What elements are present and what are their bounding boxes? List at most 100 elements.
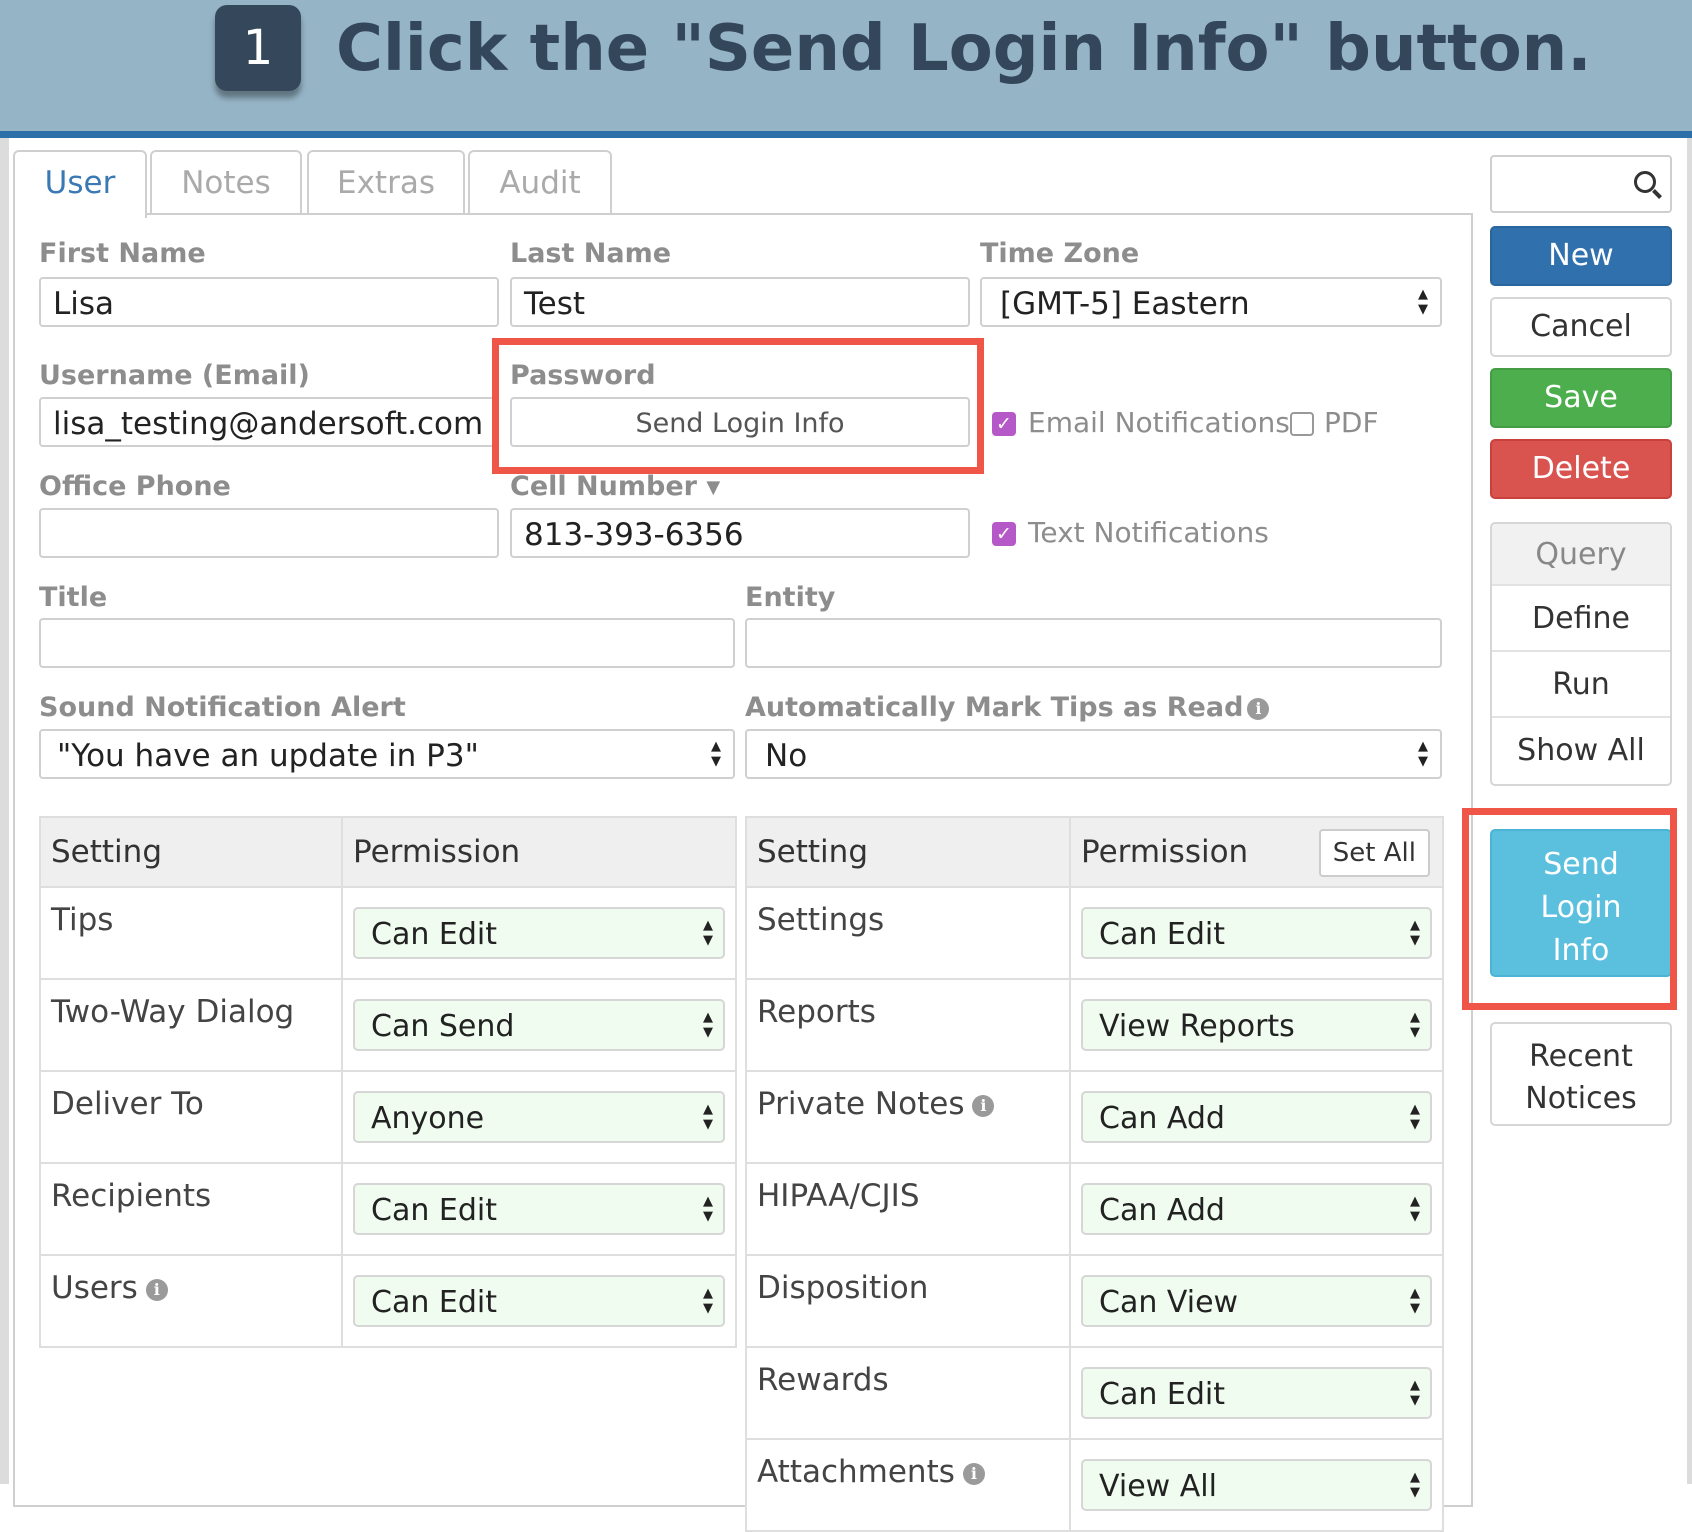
permission-value: View All xyxy=(1099,1469,1217,1504)
tab-audit[interactable]: Audit xyxy=(468,150,612,214)
instruction-text: Click the "Send Login Info" button. xyxy=(336,12,1592,86)
username-input[interactable]: lisa_testing@andersoft.com xyxy=(39,397,499,447)
define-button[interactable]: Define xyxy=(1492,586,1670,652)
table-row: Deliver To Anyone xyxy=(39,1070,737,1164)
permission-select-attachments[interactable]: View All xyxy=(1081,1459,1432,1511)
text-notifications-checkbox[interactable]: ✓ xyxy=(992,522,1016,546)
recent-notices-line: Recent xyxy=(1529,1039,1633,1074)
permission-column-header: Permission xyxy=(341,816,737,888)
permission-value: Can Edit xyxy=(1099,1377,1225,1412)
permission-select-deliver-to[interactable]: Anyone xyxy=(353,1091,725,1143)
setting-name: Private Notes xyxy=(757,1086,965,1122)
permission-select-recipients[interactable]: Can Edit xyxy=(353,1183,725,1235)
permission-select-rewards[interactable]: Can Edit xyxy=(1081,1367,1432,1419)
permission-select-two-way-dialog[interactable]: Can Send xyxy=(353,999,725,1051)
last-name-input[interactable]: Test xyxy=(510,277,970,327)
office-phone-label: Office Phone xyxy=(39,471,231,502)
cell-number-label-text: Cell Number xyxy=(510,471,697,502)
window-frame-left xyxy=(0,138,9,1484)
info-icon[interactable]: i xyxy=(972,1094,995,1117)
permission-select-reports[interactable]: View Reports xyxy=(1081,999,1432,1051)
info-icon[interactable]: i xyxy=(1247,697,1270,720)
tab-extras[interactable]: Extras xyxy=(307,150,465,214)
email-notifications-checkbox[interactable]: ✓ xyxy=(992,412,1016,436)
setting-name: Settings xyxy=(745,886,1071,980)
title-input[interactable] xyxy=(39,618,735,668)
setting-name-cell: Private Notes i xyxy=(745,1070,1071,1164)
permission-cell: Can Send xyxy=(341,978,737,1072)
table-header-row: Setting Permission xyxy=(39,816,737,888)
save-button[interactable]: Save xyxy=(1490,368,1672,428)
run-button[interactable]: Run xyxy=(1492,652,1670,718)
setting-name: Recipients xyxy=(39,1162,343,1256)
permission-cell: Can Edit xyxy=(1069,1346,1444,1440)
recent-notices-line: Notices xyxy=(1525,1081,1637,1116)
show-all-button[interactable]: Show All xyxy=(1492,718,1670,784)
permission-select-disposition[interactable]: Can View xyxy=(1081,1275,1432,1327)
query-header: Query xyxy=(1492,524,1670,586)
permission-cell: View Reports xyxy=(1069,978,1444,1072)
office-phone-input[interactable] xyxy=(39,508,499,558)
setting-name: Rewards xyxy=(745,1346,1071,1440)
cancel-button[interactable]: Cancel xyxy=(1490,297,1672,357)
time-zone-value: [GMT-5] Eastern xyxy=(1000,286,1250,322)
permissions-table-left: Setting Permission Tips Can Edit Two-Way… xyxy=(39,816,737,1348)
tab-notes[interactable]: Notes xyxy=(150,150,302,214)
permission-cell: Can Add xyxy=(1069,1070,1444,1164)
delete-button[interactable]: Delete xyxy=(1490,439,1672,499)
set-all-button[interactable]: Set All xyxy=(1318,829,1430,877)
auto-mark-tips-select[interactable]: No xyxy=(745,729,1442,779)
permission-select-users[interactable]: Can Edit xyxy=(353,1275,725,1327)
time-zone-select[interactable]: [GMT-5] Eastern xyxy=(980,277,1442,327)
new-button[interactable]: New xyxy=(1490,226,1672,286)
setting-name: Disposition xyxy=(745,1254,1071,1348)
search-icon[interactable] xyxy=(1634,171,1656,193)
pdf-checkbox[interactable] xyxy=(1290,412,1314,436)
tab-user[interactable]: User xyxy=(13,150,147,218)
search-input[interactable] xyxy=(1490,155,1672,213)
setting-name: Two-Way Dialog xyxy=(39,978,343,1072)
setting-column-header: Setting xyxy=(745,816,1071,888)
table-row: Attachments i View All xyxy=(745,1438,1444,1532)
permission-select-private-notes[interactable]: Can Add xyxy=(1081,1091,1432,1143)
permission-cell: Can Add xyxy=(1069,1162,1444,1256)
first-name-label: First Name xyxy=(39,238,206,269)
permission-value: Can View xyxy=(1099,1285,1239,1320)
setting-name: Reports xyxy=(745,978,1071,1072)
auto-mark-tips-label-text: Automatically Mark Tips as Read xyxy=(745,692,1244,723)
permission-value: Anyone xyxy=(371,1101,485,1136)
entity-input[interactable] xyxy=(745,618,1442,668)
first-name-input[interactable]: Lisa xyxy=(39,277,499,327)
table-row: Users i Can Edit xyxy=(39,1254,737,1348)
permission-value: View Reports xyxy=(1099,1009,1295,1044)
permission-select-hipaa-cjis[interactable]: Can Add xyxy=(1081,1183,1432,1235)
cell-number-input[interactable]: 813-393-6356 xyxy=(510,508,970,558)
permission-select-settings[interactable]: Can Edit xyxy=(1081,907,1432,959)
sound-alert-label: Sound Notification Alert xyxy=(39,692,406,723)
setting-name: Tips xyxy=(39,886,343,980)
cell-number-label[interactable]: Cell Number ▼ xyxy=(510,471,720,502)
sound-alert-select[interactable]: "You have an update in P3" xyxy=(39,729,735,779)
table-row: Private Notes i Can Add xyxy=(745,1070,1444,1164)
sound-alert-value: "You have an update in P3" xyxy=(57,738,479,774)
info-icon[interactable]: i xyxy=(145,1278,168,1301)
table-row: Rewards Can Edit xyxy=(745,1346,1444,1440)
permission-cell: Can Edit xyxy=(341,1254,737,1348)
permission-select-tips[interactable]: Can Edit xyxy=(353,907,725,959)
setting-name: HIPAA/CJIS xyxy=(745,1162,1071,1256)
setting-column-header: Setting xyxy=(39,816,343,888)
auto-mark-tips-value: No xyxy=(765,738,808,774)
setting-name-cell: Attachments i xyxy=(745,1438,1071,1532)
table-row: Reports View Reports xyxy=(745,978,1444,1072)
permission-cell: Can Edit xyxy=(1069,886,1444,980)
permission-cell: Can Edit xyxy=(341,886,737,980)
caret-down-icon: ▼ xyxy=(706,477,721,498)
permission-value: Can Add xyxy=(1099,1101,1225,1136)
permission-value: Can Edit xyxy=(1099,917,1225,952)
info-icon[interactable]: i xyxy=(962,1462,985,1485)
permission-value: Can Edit xyxy=(371,917,497,952)
entity-label: Entity xyxy=(745,582,836,613)
recent-notices-button[interactable]: Recent Notices xyxy=(1490,1022,1672,1126)
instruction-banner: 1 Click the "Send Login Info" button. xyxy=(0,0,1692,138)
query-menu: Query Define Run Show All xyxy=(1490,522,1672,786)
